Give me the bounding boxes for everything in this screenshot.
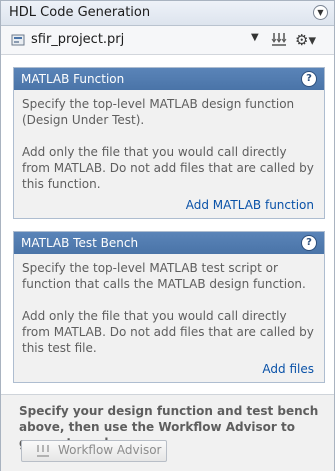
matlab-test-bench-panel: MATLAB Test Bench ? Specify the top-leve…: [13, 231, 325, 383]
panel-title: MATLAB Function: [21, 72, 125, 86]
panel-title: MATLAB Test Bench: [21, 236, 139, 250]
project-bar: sfir_project.prj ▼ ⚙▾: [1, 26, 334, 55]
hdl-coder-window: HDL Code Generation ▼ sfir_project.prj ▼…: [0, 0, 335, 471]
window-title: HDL Code Generation: [9, 5, 151, 20]
workflow-advisor-icon: [37, 445, 49, 457]
help-icon[interactable]: ?: [301, 235, 317, 251]
add-files-link[interactable]: Add files: [262, 362, 314, 376]
add-matlab-function-link[interactable]: Add MATLAB function: [186, 198, 314, 212]
gear-icon[interactable]: ⚙▾: [295, 31, 321, 49]
footer: Specify your design function and test be…: [1, 394, 334, 471]
panel-header: MATLAB Test Bench ?: [14, 232, 324, 254]
panel-menu-icon[interactable]: ▼: [313, 5, 328, 20]
panel-description: Specify the top-level MATLAB design func…: [22, 97, 295, 127]
help-icon[interactable]: ?: [301, 71, 317, 87]
panel-note: Add only the file that you would call di…: [22, 145, 314, 191]
workflow-advisor-label: Workflow Advisor: [58, 443, 162, 457]
dropdown-arrow-icon[interactable]: ▼: [251, 32, 259, 43]
panel-description: Specify the top-level MATLAB test script…: [22, 261, 306, 291]
matlab-function-panel: MATLAB Function ? Specify the top-level …: [13, 67, 325, 219]
project-file-name[interactable]: sfir_project.prj: [31, 32, 124, 47]
project-file-icon: [11, 34, 25, 46]
panel-header: MATLAB Function ?: [14, 68, 324, 90]
title-bar: HDL Code Generation ▼: [1, 1, 334, 26]
workflow-advisor-button[interactable]: Workflow Advisor: [21, 440, 167, 462]
generate-icon[interactable]: [271, 31, 287, 47]
panel-note: Add only the file that you would call di…: [22, 309, 314, 355]
